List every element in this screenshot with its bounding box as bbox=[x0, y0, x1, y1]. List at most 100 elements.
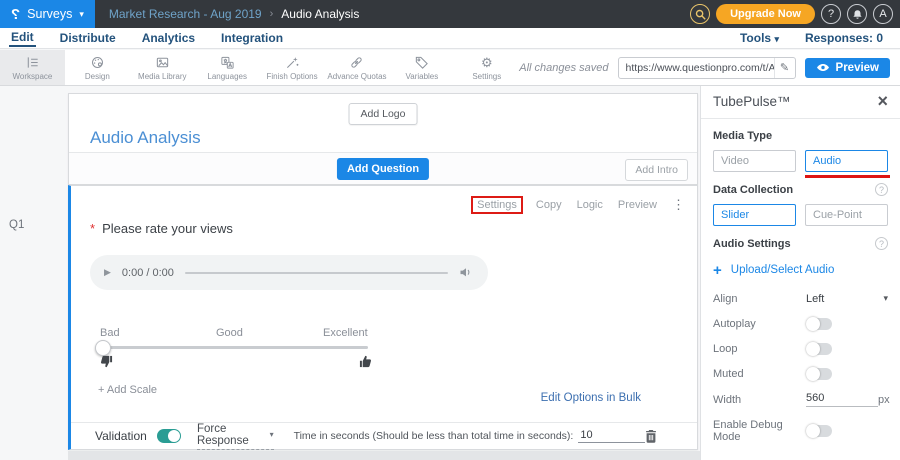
toolbar-settings[interactable]: ⚙ Settings bbox=[454, 50, 519, 85]
tubepulse-settings-panel: TubePulse™ × Media Type Video Audio Data… bbox=[700, 85, 900, 460]
palette-icon bbox=[90, 55, 105, 70]
survey-url-box[interactable]: https://www.questionpro.com/t/APNrfZ ✎ bbox=[618, 57, 796, 79]
validation-bar: Validation Force Response ▾ Time in seco… bbox=[71, 422, 697, 449]
thumbs-down-icon bbox=[100, 355, 113, 368]
toolbar-right-group: All changes saved https://www.questionpr… bbox=[519, 50, 900, 85]
audio-settings-label: Audio Settings bbox=[713, 238, 791, 250]
player-time: 0:00 / 0:00 bbox=[122, 267, 174, 279]
upgrade-now-button[interactable]: Upgrade Now bbox=[716, 4, 815, 24]
question-action-preview[interactable]: Preview bbox=[618, 199, 657, 211]
question-action-logic[interactable]: Logic bbox=[577, 199, 603, 211]
upload-select-audio-link[interactable]: + Upload/Select Audio bbox=[713, 264, 888, 276]
time-in-seconds-label: Time in seconds (Should be less than tot… bbox=[294, 430, 574, 442]
data-collection-cuepoint-option[interactable]: Cue-Point bbox=[805, 204, 888, 226]
width-label: Width bbox=[713, 394, 806, 406]
survey-url-value[interactable]: https://www.questionpro.com/t/APNrfZ bbox=[619, 62, 774, 74]
autoplay-toggle[interactable] bbox=[806, 318, 832, 330]
add-scale-link[interactable]: + Add Scale bbox=[98, 384, 157, 396]
kebab-menu-icon[interactable]: ⋮ bbox=[672, 197, 685, 213]
validation-mode-dropdown[interactable]: Force Response ▾ bbox=[197, 423, 274, 450]
help-button[interactable]: ? bbox=[821, 4, 841, 24]
topbar-actions: Upgrade Now ? A bbox=[690, 4, 900, 24]
toolbar-workspace[interactable]: Workspace bbox=[0, 50, 65, 85]
menu-edit[interactable]: Edit bbox=[9, 29, 36, 47]
rating-slider-track[interactable] bbox=[98, 346, 368, 349]
survey-header-card: Add Logo Audio Analysis Add Question Add… bbox=[68, 93, 698, 185]
panel-header: TubePulse™ × bbox=[713, 94, 888, 109]
chevron-down-icon: ▾ bbox=[270, 430, 274, 439]
scale-label-bad: Bad bbox=[100, 327, 120, 339]
toolbar-languages[interactable]: Languages bbox=[195, 50, 260, 85]
debug-toggle[interactable] bbox=[806, 425, 832, 437]
time-in-seconds-input[interactable]: 10 bbox=[578, 429, 645, 443]
toolbar-label: Design bbox=[85, 72, 110, 81]
autoplay-label: Autoplay bbox=[713, 318, 806, 330]
tools-dropdown[interactable]: Tools ▾ bbox=[740, 31, 779, 45]
loop-label: Loop bbox=[713, 343, 806, 355]
question-action-settings[interactable]: Settings bbox=[471, 196, 523, 214]
validation-toggle[interactable] bbox=[157, 429, 181, 443]
eye-icon bbox=[816, 63, 830, 72]
question-text[interactable]: Please rate your views bbox=[102, 221, 233, 236]
toolbar-advance-quotas[interactable]: Advance Quotas bbox=[325, 50, 390, 85]
help-icon[interactable]: ? bbox=[875, 237, 888, 250]
delete-question-button[interactable] bbox=[645, 429, 657, 443]
edit-url-pencil-icon[interactable]: ✎ bbox=[774, 58, 795, 78]
align-dropdown[interactable]: Left ▾ bbox=[806, 293, 888, 305]
menu-distribute[interactable]: Distribute bbox=[58, 30, 118, 46]
app-window: ? Surveys ▾ Market Research - Aug 2019 ›… bbox=[0, 0, 900, 460]
add-intro-button[interactable]: Add Intro bbox=[625, 159, 688, 181]
muted-label: Muted bbox=[713, 368, 806, 380]
rating-slider-handle[interactable] bbox=[95, 340, 111, 356]
scale-label-excellent: Excellent bbox=[323, 327, 368, 339]
canvas-scrollbar[interactable] bbox=[68, 451, 700, 460]
thumbs-up-icon bbox=[359, 355, 372, 368]
workspace-list-icon bbox=[25, 55, 40, 70]
toolbar-variables[interactable]: Variables bbox=[389, 50, 454, 85]
toolbar-media-library[interactable]: Media Library bbox=[130, 50, 195, 85]
question-text-row[interactable]: *Please rate your views bbox=[90, 221, 233, 236]
autoplay-setting-row: Autoplay bbox=[713, 317, 888, 330]
media-type-audio-option[interactable]: Audio bbox=[805, 150, 888, 172]
add-logo-button[interactable]: Add Logo bbox=[349, 103, 418, 125]
chevron-down-icon: ▾ bbox=[883, 293, 888, 304]
product-name: Surveys bbox=[27, 7, 72, 21]
menu-analytics[interactable]: Analytics bbox=[140, 30, 197, 46]
question-action-copy[interactable]: Copy bbox=[536, 199, 562, 211]
add-question-button[interactable]: Add Question bbox=[337, 158, 429, 180]
media-type-video-option[interactable]: Video bbox=[713, 150, 796, 172]
muted-setting-row: Muted bbox=[713, 367, 888, 380]
surveys-product-menu[interactable]: ? Surveys ▾ bbox=[0, 0, 95, 28]
tag-icon bbox=[414, 55, 429, 70]
volume-icon[interactable] bbox=[459, 267, 474, 278]
loop-toggle[interactable] bbox=[806, 343, 832, 355]
player-progress-track[interactable] bbox=[185, 272, 448, 274]
help-icon[interactable]: ? bbox=[875, 183, 888, 196]
muted-toggle[interactable] bbox=[806, 368, 832, 380]
toolbar-label: Media Library bbox=[138, 72, 186, 81]
panel-divider bbox=[701, 118, 900, 119]
data-collection-label: Data Collection bbox=[713, 184, 793, 196]
toolbar-finish-options[interactable]: Finish Options bbox=[260, 50, 325, 85]
search-button[interactable] bbox=[690, 4, 710, 24]
notifications-button[interactable] bbox=[847, 4, 867, 24]
responses-count[interactable]: Responses: 0 bbox=[805, 31, 883, 45]
edit-options-in-bulk-link[interactable]: Edit Options in Bulk bbox=[541, 392, 641, 404]
plus-icon: + bbox=[713, 265, 722, 276]
close-icon[interactable]: × bbox=[877, 95, 888, 108]
media-type-section: Media Type bbox=[713, 130, 888, 142]
data-collection-slider-option[interactable]: Slider bbox=[713, 204, 796, 226]
search-icon bbox=[695, 9, 706, 20]
preview-button[interactable]: Preview bbox=[805, 58, 890, 78]
toolbar-design[interactable]: Design bbox=[65, 50, 130, 85]
survey-title[interactable]: Audio Analysis bbox=[90, 128, 201, 148]
account-avatar[interactable]: A bbox=[873, 4, 893, 24]
breadcrumb-folder-link[interactable]: Market Research - Aug 2019 bbox=[109, 7, 262, 21]
play-icon[interactable]: ▶ bbox=[104, 267, 111, 278]
width-input[interactable]: 560 bbox=[806, 392, 878, 407]
annotation-red-underline bbox=[805, 175, 891, 178]
menu-integration[interactable]: Integration bbox=[219, 30, 285, 46]
data-collection-section: Data Collection ? bbox=[713, 183, 888, 196]
loop-setting-row: Loop bbox=[713, 342, 888, 355]
audio-player: ▶ 0:00 / 0:00 bbox=[90, 255, 488, 290]
